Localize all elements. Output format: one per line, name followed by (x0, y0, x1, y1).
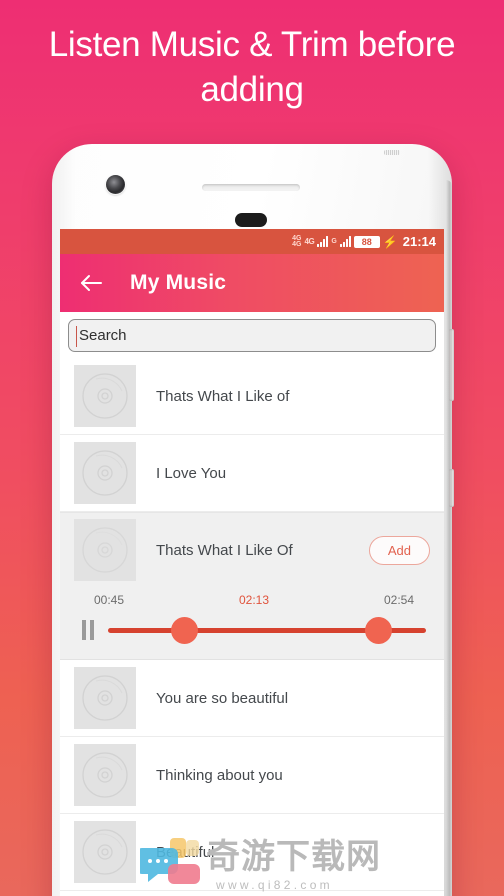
network-label: 4G (304, 237, 315, 246)
network-badge-bottom: 4G (292, 240, 302, 248)
top-grill (384, 150, 400, 155)
song-title: I Love You (156, 464, 227, 482)
power-button[interactable] (449, 469, 454, 507)
signal-bars-icon-2 (339, 236, 351, 247)
charging-bolt-icon: ⚡ (382, 234, 398, 249)
current-time-label: 02:13 (238, 593, 270, 607)
disc-icon (74, 744, 136, 806)
song-title: You are so beautiful (156, 689, 289, 707)
search-input[interactable]: Search (68, 319, 436, 352)
song-title: Beautiful (156, 843, 215, 861)
phone-right-edge (446, 180, 452, 896)
battery-level-badge: 88 (353, 235, 380, 248)
disc-icon (74, 667, 136, 729)
player-header[interactable]: Thats What I Like Of Add (60, 513, 444, 587)
disc-icon (74, 365, 136, 427)
disc-icon (74, 442, 136, 504)
start-time-label: 00:45 (94, 593, 125, 607)
slider-handle-start[interactable] (171, 617, 199, 644)
text-caret (76, 326, 77, 347)
earpiece-speaker (202, 184, 300, 191)
volume-button[interactable] (449, 329, 454, 401)
song-title: Thinking about you (156, 766, 283, 784)
app-bar: My Music (60, 254, 444, 312)
network-badge-dual: 4G 4G (292, 235, 302, 248)
proximity-sensor (235, 213, 267, 227)
list-item[interactable]: I Love You (60, 435, 444, 512)
phone-screen: 4G 4G 4G G 88 ⚡ 21:14 My Music Search Th… (60, 229, 444, 896)
page-title: My Music (130, 271, 227, 294)
list-item[interactable]: Thats What I Like of (60, 358, 444, 435)
front-camera-icon (106, 175, 125, 194)
playback-controls (60, 607, 444, 649)
slider-handle-end[interactable] (365, 617, 393, 644)
song-title: Thats What I Like of (156, 387, 290, 405)
end-time-label: 02:54 (383, 593, 414, 607)
trim-time-labels: 00:45 02:13 02:54 (60, 587, 444, 607)
back-arrow-icon[interactable] (78, 270, 104, 296)
list-item[interactable]: You are so beautiful (60, 660, 444, 737)
status-icons: 4G 4G 4G G 88 ⚡ 21:14 (292, 234, 436, 249)
status-bar: 4G 4G 4G G 88 ⚡ 21:14 (60, 229, 444, 254)
search-input-text: Search (79, 327, 127, 344)
page-headline: Listen Music & Trim before adding (48, 25, 456, 109)
poster-background: Listen Music & Trim before adding 4G 4G … (0, 0, 504, 896)
phone-mockup: 4G 4G 4G G 88 ⚡ 21:14 My Music Search Th… (52, 144, 454, 896)
song-list: Thats What I Like of I Love You Thats Wh… (60, 358, 444, 891)
signal-bars-icon-1 (317, 236, 329, 247)
search-container: Search (60, 312, 444, 358)
roaming-label: G (331, 238, 337, 245)
trim-range-slider[interactable] (108, 615, 426, 645)
list-item[interactable]: Beautiful (60, 814, 444, 891)
list-item[interactable]: Thinking about you (60, 737, 444, 814)
status-clock: 21:14 (402, 234, 436, 249)
disc-icon (74, 519, 136, 581)
add-button[interactable]: Add (368, 535, 430, 565)
song-title: Thats What I Like Of (156, 541, 293, 559)
expanded-player: Thats What I Like Of Add 00:45 02:13 02:… (60, 512, 444, 660)
pause-icon[interactable] (82, 620, 94, 640)
disc-icon (74, 821, 136, 883)
